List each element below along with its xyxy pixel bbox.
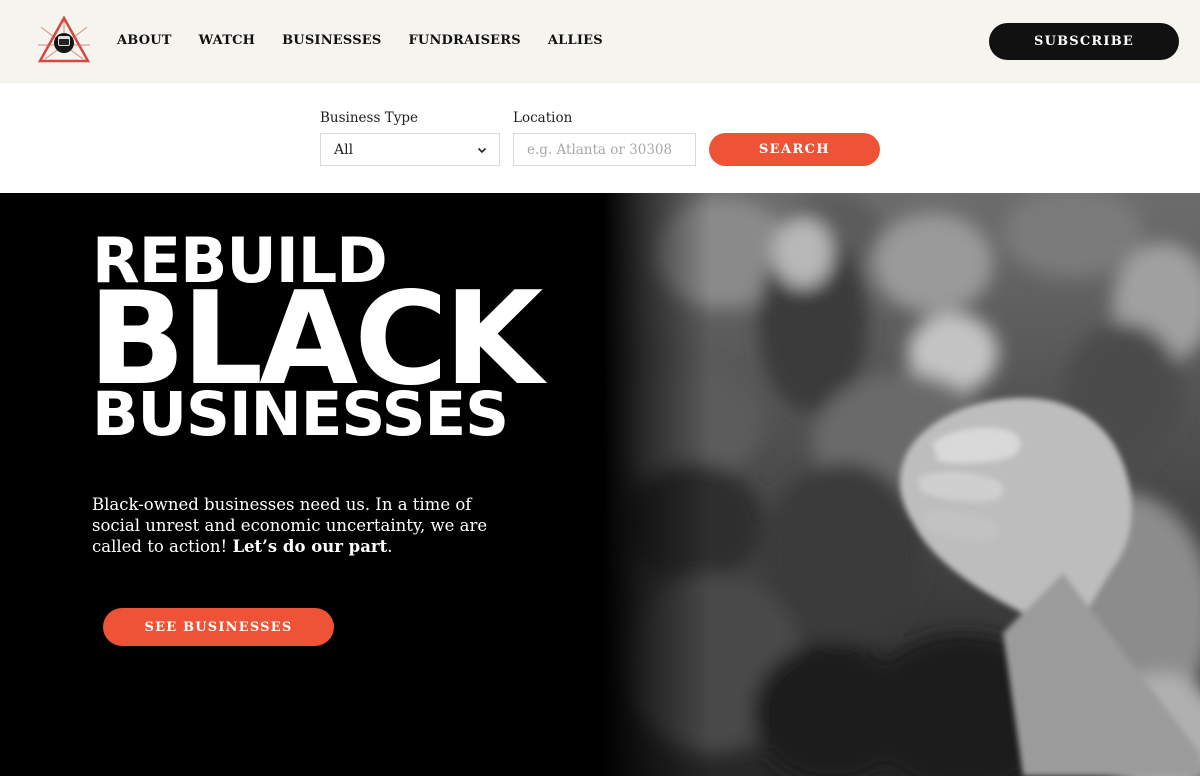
hero-description-emphasis: Let’s do our part (232, 537, 388, 556)
nav-link-fundraisers[interactable]: FUNDRAISERS (408, 31, 520, 51)
main-nav: ABOUT WATCH BUSINESSES FUNDRAISERS ALLIE… (117, 31, 630, 51)
headline-businesses: BUSINESSES (92, 379, 509, 450)
nav-link-businesses[interactable]: BUSINESSES (282, 31, 381, 51)
raised-fist-crowd-photo-icon (603, 193, 1200, 776)
hero-description-end: . (387, 537, 393, 556)
nav-link-about[interactable]: ABOUT (117, 31, 172, 51)
hero-description: Black-owned businesses need us. In a tim… (92, 494, 522, 557)
chevron-down-icon (477, 147, 487, 154)
business-type-label: Business Type (320, 110, 418, 126)
location-input[interactable] (513, 133, 696, 166)
business-type-select[interactable]: All (320, 133, 500, 166)
search-button[interactable]: SEARCH (709, 133, 880, 166)
nav-link-allies[interactable]: ALLIES (548, 31, 603, 51)
raised-fist-logo-icon[interactable] (37, 15, 91, 65)
nav-link-watch[interactable]: WATCH (199, 31, 255, 51)
site-header: ABOUT WATCH BUSINESSES FUNDRAISERS ALLIE… (0, 0, 1200, 83)
subscribe-button[interactable]: SUBSCRIBE (989, 23, 1179, 60)
hero-section: REBUILD BLACK BUSINESSES Black-owned bus… (0, 193, 1200, 776)
see-businesses-button[interactable]: SEE BUSINESSES (103, 608, 334, 646)
business-type-value: All (334, 141, 354, 158)
business-search-form: Business Type All Location SEARCH (0, 83, 1200, 193)
protest-crowd-photo (603, 193, 1200, 776)
location-label: Location (513, 110, 573, 126)
